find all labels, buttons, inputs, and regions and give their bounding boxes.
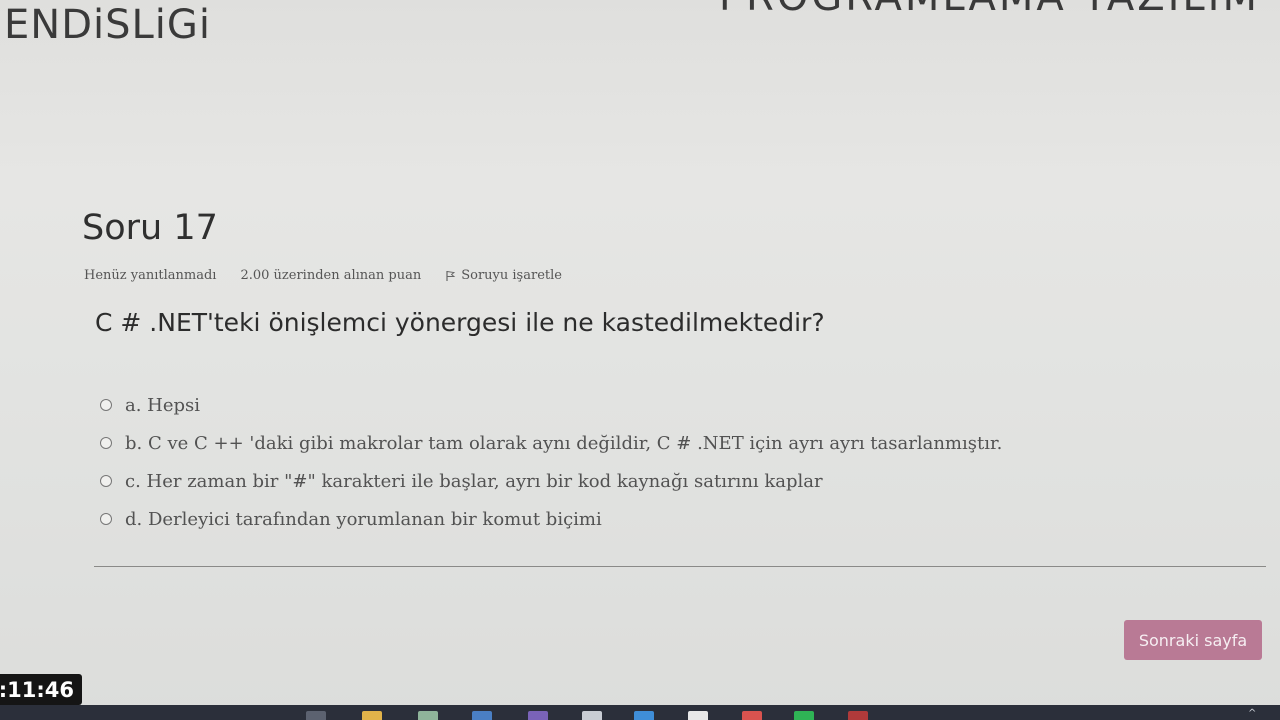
taskbar: ^ [0,705,1280,720]
question-title: Soru 17 [82,208,218,248]
radio-button[interactable] [100,437,112,449]
answer-label: b. C ve C ++ 'daki gibi makrolar tam ola… [125,432,1003,454]
app-icon-2[interactable] [582,711,602,720]
radio-button[interactable] [100,399,112,411]
file-explorer-icon[interactable] [362,711,382,720]
question-text: C # .NET'teki önişlemci yönergesi ile ne… [95,308,825,337]
divider [94,566,1266,567]
task-view-icon[interactable] [306,711,326,720]
app-icon[interactable] [418,711,438,720]
answer-option-d[interactable]: d. Derleyici tarafından yorumlanan bir k… [100,500,1002,538]
visual-studio-icon[interactable] [528,711,548,720]
answer-label: a. Hepsi [125,394,201,416]
flag-label: Soruyu işaretle [461,268,562,283]
question-status: Henüz yanıtlanmadı [84,268,217,283]
quiz-timer: :11:46 [0,674,82,705]
answer-option-a[interactable]: a. Hepsi [100,386,1002,424]
chevron-up-icon[interactable]: ^ [1248,708,1256,719]
store-icon[interactable] [472,711,492,720]
question-points: 2.00 üzerinden alınan puan [240,268,422,283]
answer-label: d. Derleyici tarafından yorumlanan bir k… [125,508,602,530]
course-title-left: ENDiSLiGi [4,2,212,48]
question-info: Henüz yanıtlanmadı 2.00 üzerinden alınan… [84,268,562,283]
answer-label: c. Her zaman bir "#" karakteri ile başla… [125,470,823,492]
next-page-button[interactable]: Sonraki sayfa [1124,620,1262,660]
browser-icon[interactable] [634,711,654,720]
flag-question-link[interactable]: Soruyu işaretle [445,268,562,283]
answer-option-c[interactable]: c. Her zaman bir "#" karakteri ile başla… [100,462,1002,500]
answer-option-b[interactable]: b. C ve C ++ 'daki gibi makrolar tam ola… [100,424,1002,462]
chrome-icon[interactable] [742,711,762,720]
document-icon[interactable] [688,711,708,720]
app-icon-3[interactable] [848,711,868,720]
answer-options: a. Hepsi b. C ve C ++ 'daki gibi makrola… [100,386,1002,538]
spotify-icon[interactable] [794,711,814,720]
course-title-right: PROGRAMLAMA YAZILIM [719,0,1260,20]
radio-button[interactable] [100,475,112,487]
flag-icon [446,270,456,281]
radio-button[interactable] [100,513,112,525]
